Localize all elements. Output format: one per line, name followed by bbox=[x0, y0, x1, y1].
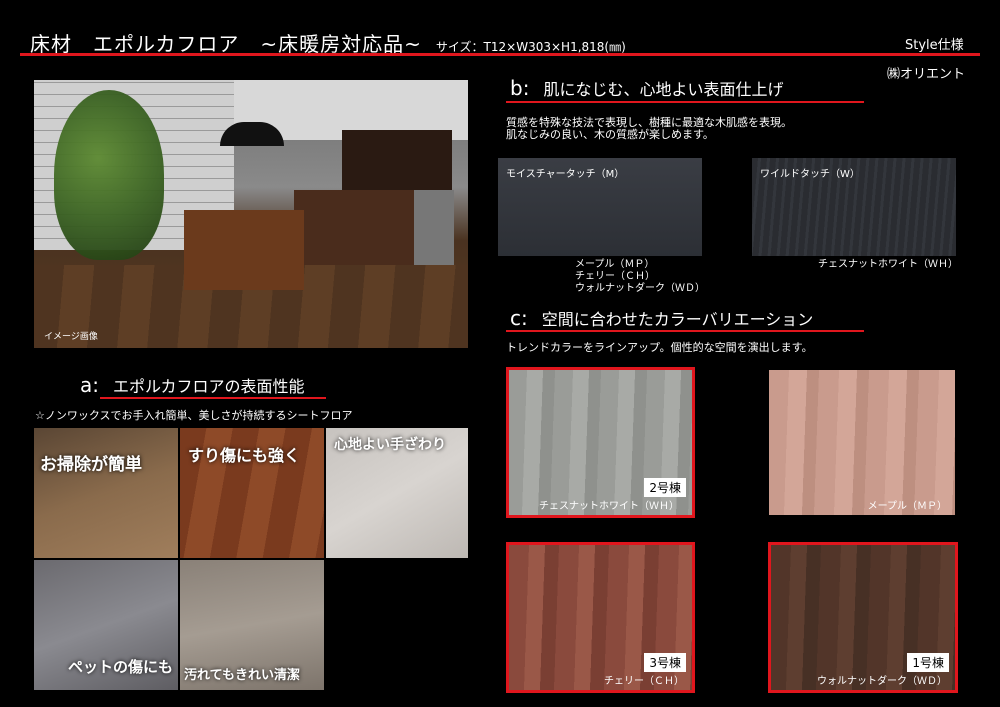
moisture-touch-label: モイスチャータッチ（M） bbox=[506, 169, 625, 180]
tile-stain-clean: 汚れてもきれい清潔 bbox=[180, 560, 324, 690]
room-cabinet bbox=[342, 130, 452, 190]
tile-label: 汚れてもきれい清潔 bbox=[184, 668, 300, 683]
tile-scratch-resistant: すり傷にも強く bbox=[180, 428, 324, 558]
tile-label: 心地よい手ざわり bbox=[334, 437, 446, 453]
room-stone-counter bbox=[414, 190, 454, 275]
section-b-underline bbox=[506, 101, 864, 103]
moisture-touch-swatch: モイスチャータッチ（M） bbox=[498, 158, 702, 256]
moisture-species: メープル（ＭＰ） bbox=[575, 259, 655, 270]
section-c-title: 空間に合わせたカラーバリエーション bbox=[541, 310, 814, 329]
section-b-desc-2: 肌なじみの良い、木の質感が楽しめます。 bbox=[506, 128, 714, 141]
room-plant bbox=[54, 90, 164, 260]
color-swatch-chestnut-white: 2号棟 チェスナットホワイト（ＷＨ） bbox=[506, 367, 695, 518]
style-label: Style仕様 bbox=[905, 38, 964, 53]
swatch-name: メープル（ＭＰ） bbox=[867, 501, 947, 512]
section-a-title: エポルカフロアの表面性能 bbox=[113, 377, 305, 396]
tile-easy-clean: お掃除が簡単 bbox=[34, 428, 178, 558]
wild-touch-label: ワイルドタッチ（W） bbox=[760, 169, 860, 180]
size-spec: サイズ：T12×W303×H1,818(㎜) bbox=[435, 40, 626, 54]
section-a-letter: a: bbox=[80, 373, 99, 397]
company-name: ㈱オリエント bbox=[887, 67, 966, 82]
moisture-species: ウォルナットダーク（ＷＤ） bbox=[575, 283, 705, 294]
image-caption: イメージ画像 bbox=[44, 332, 98, 342]
color-swatch-maple: メープル（ＭＰ） bbox=[769, 370, 955, 515]
section-a-underline bbox=[100, 397, 326, 399]
swatch-name: チェリー（ＣＨ） bbox=[604, 676, 684, 687]
section-a-desc: ☆ノンワックスでお手入れ簡単、美しさが持続するシートフロア bbox=[35, 409, 353, 422]
color-swatch-cherry: 3号棟 チェリー（ＣＨ） bbox=[506, 542, 695, 693]
tile-label: すり傷にも強く bbox=[188, 446, 301, 465]
section-c-desc: トレンドカラーをラインアップ。個性的な空間を演出します。 bbox=[506, 341, 813, 354]
section-b-heading: b: 肌になじむ、心地よい表面仕上げ bbox=[510, 76, 783, 100]
section-a-heading: a: エポルカフロアの表面性能 bbox=[80, 373, 305, 397]
tile-pet-scratch: ペットの傷にも bbox=[34, 560, 178, 690]
section-c-letter: c: bbox=[510, 306, 528, 330]
tile-comfortable-touch: 心地よい手ざわり bbox=[326, 428, 468, 558]
section-c-heading: c: 空間に合わせたカラーバリエーション bbox=[510, 306, 813, 330]
tile-label: ペットの傷にも bbox=[68, 658, 174, 676]
moisture-species: チェリー（ＣＨ） bbox=[575, 271, 655, 282]
room-image: イメージ画像 bbox=[34, 80, 468, 348]
section-b-letter: b: bbox=[510, 76, 530, 100]
building-badge: 3号棟 bbox=[644, 653, 686, 672]
building-badge: 2号棟 bbox=[644, 478, 686, 497]
tile-label: お掃除が簡単 bbox=[40, 455, 142, 475]
swatch-name: ウォルナットダーク（ＷＤ） bbox=[817, 676, 947, 687]
room-table bbox=[184, 210, 304, 290]
header-divider bbox=[20, 53, 980, 56]
section-c-underline bbox=[506, 330, 864, 332]
color-swatch-walnut-dark: 1号棟 ウォルナットダーク（ＷＤ） bbox=[768, 542, 958, 693]
building-badge: 1号棟 bbox=[907, 653, 949, 672]
swatch-name: チェスナットホワイト（ＷＨ） bbox=[539, 501, 679, 512]
wild-touch-swatch: ワイルドタッチ（W） bbox=[752, 158, 956, 256]
wild-species: チェスナットホワイト（ＷＨ） bbox=[818, 259, 958, 270]
section-b-title: 肌になじむ、心地よい表面仕上げ bbox=[543, 80, 784, 99]
